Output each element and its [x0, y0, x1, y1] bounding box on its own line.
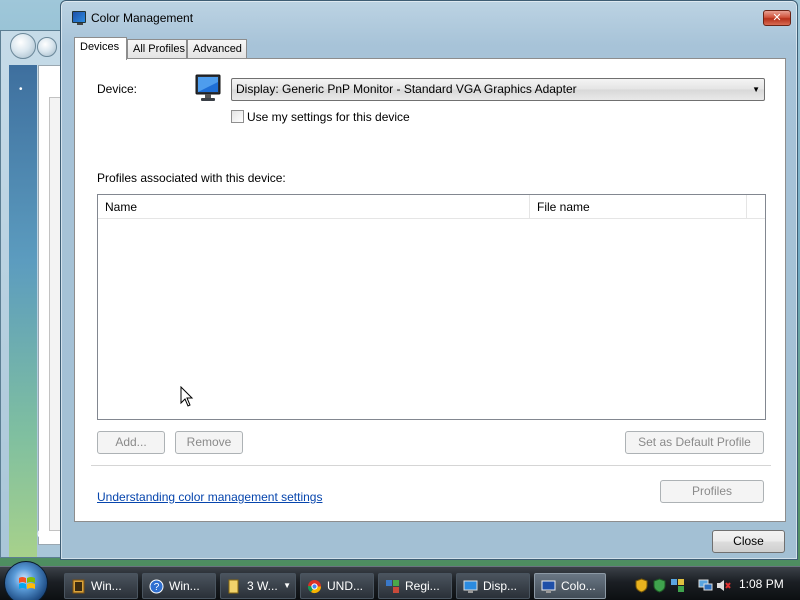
set-default-profile-button[interactable]: Set as Default Profile — [625, 431, 764, 454]
taskbar-item-label: Regi... — [405, 579, 440, 593]
device-select-value: Display: Generic PnP Monitor - Standard … — [236, 82, 577, 96]
close-window-button[interactable]: ✕ — [763, 10, 791, 26]
help-icon: ? — [149, 579, 164, 594]
taskbar: Win... ? Win... 3 W... ▼ UND... Regi... … — [0, 561, 800, 600]
profiles-list[interactable]: Name File name — [97, 194, 766, 420]
folder-icon — [228, 579, 239, 594]
list-header: Name File name — [98, 195, 765, 219]
taskbar-item-registry[interactable]: Regi... — [378, 573, 452, 599]
taskbar-item-label: UND... — [327, 579, 363, 593]
start-button[interactable] — [4, 561, 48, 600]
security-center-icon[interactable] — [652, 578, 667, 593]
close-button[interactable]: Close — [712, 530, 785, 553]
back-button[interactable] — [10, 33, 36, 59]
chrome-icon — [307, 580, 322, 594]
registry-icon — [386, 580, 399, 593]
remove-button[interactable]: Remove — [175, 431, 243, 454]
taskbar-item-windows-help[interactable]: ? Win... — [142, 573, 216, 599]
tab-advanced[interactable]: Advanced — [187, 39, 247, 59]
profiles-label: Profiles associated with this device: — [97, 171, 286, 185]
device-select[interactable]: Display: Generic PnP Monitor - Standard … — [231, 78, 765, 101]
taskbar-item-display[interactable]: Disp... — [456, 573, 530, 599]
clock[interactable]: 1:08 PM — [739, 577, 784, 591]
display-icon — [463, 580, 478, 593]
add-button[interactable]: Add... — [97, 431, 165, 454]
mouse-cursor-icon — [180, 386, 194, 407]
monitor-icon — [195, 74, 221, 101]
taskbar-item-chrome[interactable]: UND... — [300, 573, 374, 599]
color-management-app-icon — [72, 11, 86, 25]
color-monitor-icon — [541, 580, 556, 593]
volume-muted-icon[interactable] — [716, 578, 731, 593]
help-link[interactable]: Understanding color management settings — [97, 490, 322, 504]
dialog-title: Color Management — [91, 11, 194, 25]
sidebar-bullet: • — [19, 84, 23, 95]
devices-panel: Device: Display: Generic PnP Monitor - S… — [74, 58, 786, 522]
monitor-network-icon[interactable] — [698, 578, 713, 593]
forward-button[interactable] — [37, 37, 57, 57]
network-icon[interactable] — [670, 578, 685, 593]
taskbar-item-label: Win... — [169, 579, 200, 593]
taskbar-item-color-management[interactable]: Colo... — [534, 573, 606, 599]
use-my-settings-label[interactable]: Use my settings for this device — [247, 110, 410, 124]
taskbar-item-windows-movie[interactable]: Win... — [64, 573, 138, 599]
chevron-down-icon: ▼ — [283, 581, 291, 590]
taskbar-item-label: Disp... — [483, 579, 518, 593]
device-label: Device: — [97, 82, 138, 96]
column-header-name[interactable]: Name — [98, 195, 530, 219]
shield-icon[interactable] — [634, 578, 649, 593]
tab-all-profiles[interactable]: All Profiles — [127, 39, 187, 59]
taskbar-item-label: Win... — [91, 579, 122, 593]
profiles-button[interactable]: Profiles — [660, 480, 764, 503]
background-sidebar — [9, 65, 37, 557]
taskbar-item-label: Colo... — [561, 579, 596, 593]
divider — [91, 465, 771, 466]
taskbar-item-label: 3 W... — [247, 579, 278, 593]
color-management-dialog: Color Management ✕ Devices All Profiles … — [60, 0, 798, 560]
windows-logo-icon — [19, 577, 35, 589]
column-header-file-name[interactable]: File name — [530, 195, 747, 219]
film-icon — [72, 579, 85, 594]
background-window — [0, 30, 65, 558]
svg-text:?: ? — [154, 582, 160, 593]
use-my-settings-checkbox[interactable] — [231, 110, 244, 123]
tab-devices[interactable]: Devices — [74, 37, 127, 60]
chevron-down-icon: ▼ — [752, 85, 760, 94]
close-icon: ✕ — [772, 12, 782, 24]
taskbar-item-folder-group[interactable]: 3 W... ▼ — [220, 573, 296, 599]
